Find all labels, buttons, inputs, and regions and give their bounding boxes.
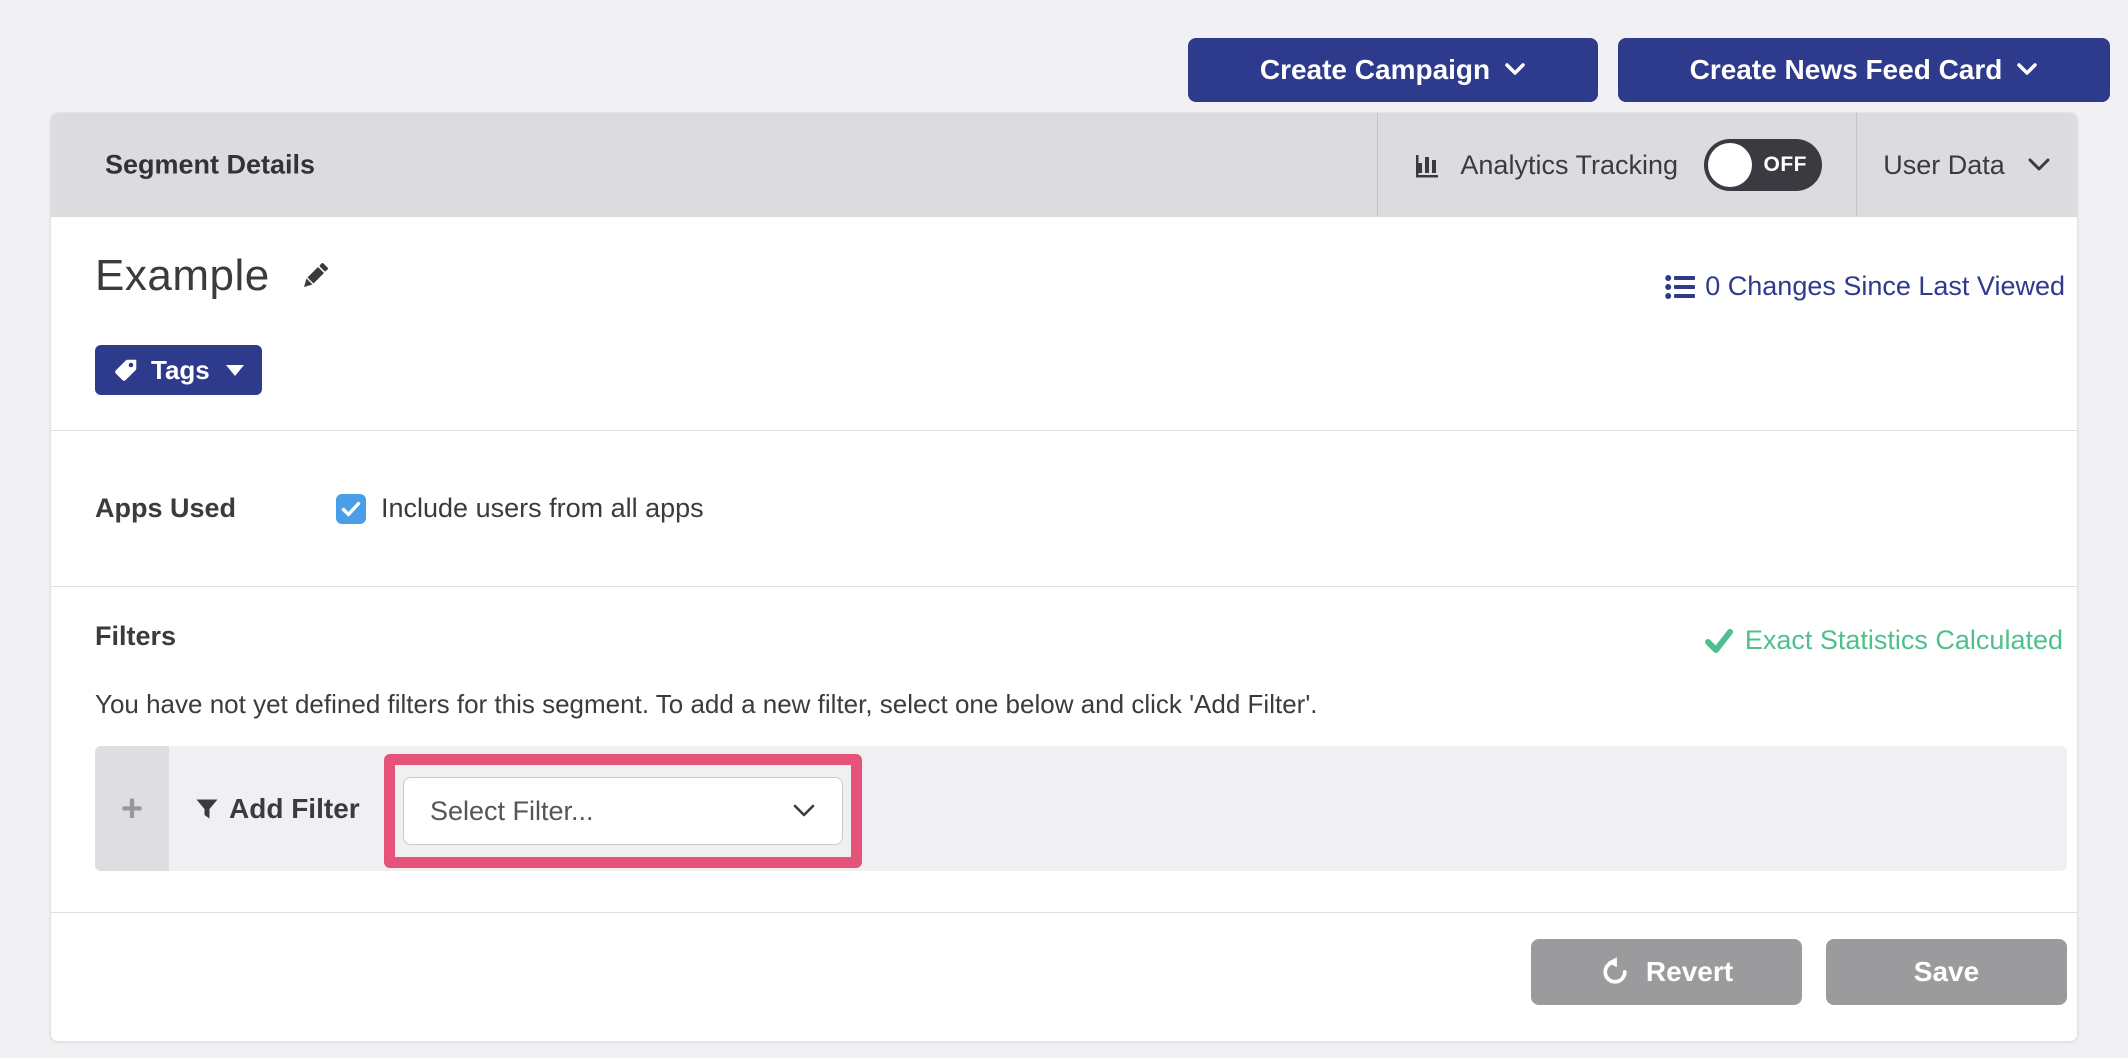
filters-section: Filters Exact Statistics Calculated You … xyxy=(51,587,2077,913)
edit-pencil-icon[interactable] xyxy=(298,259,332,293)
chevron-down-icon xyxy=(1504,62,1526,78)
user-data-label: User Data xyxy=(1883,150,2005,181)
apps-used-label: Apps Used xyxy=(95,493,336,524)
exact-statistics-label: Exact Statistics Calculated xyxy=(1745,625,2063,656)
list-icon xyxy=(1665,274,1695,300)
chevron-down-icon xyxy=(2027,157,2051,173)
segment-name: Example xyxy=(95,251,270,301)
checkmark-icon xyxy=(341,501,361,517)
add-filter-label: Add Filter xyxy=(229,793,360,825)
card-footer: Revert Save xyxy=(51,913,2077,1042)
segment-name-section: Example xyxy=(51,217,2077,431)
user-data-dropdown[interactable]: User Data xyxy=(1857,113,2077,217)
apps-used-section: Apps Used Include users from all apps xyxy=(51,431,2077,587)
tag-icon xyxy=(113,357,139,383)
toggle-knob xyxy=(1708,143,1752,187)
filter-select[interactable]: Select Filter... xyxy=(403,777,843,845)
analytics-tracking-toggle[interactable]: OFF xyxy=(1704,139,1822,191)
check-icon xyxy=(1705,629,1733,653)
include-all-apps-checkbox[interactable] xyxy=(336,494,366,524)
create-news-feed-card-button[interactable]: Create News Feed Card xyxy=(1618,38,2110,102)
revert-icon xyxy=(1600,957,1630,987)
funnel-icon xyxy=(195,797,219,821)
changes-since-last-viewed-link[interactable]: 0 Changes Since Last Viewed xyxy=(1665,271,2065,302)
card-header: Segment Details xyxy=(51,113,2077,217)
include-all-apps-label: Include users from all apps xyxy=(381,493,704,524)
add-filter-label-group: Add Filter xyxy=(195,746,360,871)
filters-title: Filters xyxy=(95,621,176,652)
toggle-state-label: OFF xyxy=(1764,153,1808,177)
tags-button[interactable]: Tags xyxy=(95,345,262,395)
segment-details-card: Segment Details xyxy=(50,112,2078,1042)
revert-button-label: Revert xyxy=(1646,956,1733,988)
create-campaign-label: Create Campaign xyxy=(1260,54,1490,86)
revert-button[interactable]: Revert xyxy=(1531,939,1802,1005)
exact-statistics-status: Exact Statistics Calculated xyxy=(1705,625,2063,656)
bar-chart-icon xyxy=(1412,149,1444,181)
save-button[interactable]: Save xyxy=(1826,939,2067,1005)
save-button-label: Save xyxy=(1914,956,1979,988)
caret-down-icon xyxy=(226,365,244,376)
changes-link-label: 0 Changes Since Last Viewed xyxy=(1705,271,2065,302)
create-news-feed-card-label: Create News Feed Card xyxy=(1690,54,2003,86)
create-campaign-button[interactable]: Create Campaign xyxy=(1188,38,1598,102)
segment-details-screen: Create Campaign Create News Feed Card Se… xyxy=(0,0,2128,1058)
plus-icon: + xyxy=(121,790,143,828)
tags-button-label: Tags xyxy=(151,355,210,386)
filter-select-highlight: Select Filter... xyxy=(384,754,862,868)
chevron-down-icon xyxy=(792,803,816,819)
add-filter-row: + Add Filter Select Filter... xyxy=(95,746,2067,871)
page-title: Segment Details xyxy=(105,150,315,181)
add-filter-plus-button[interactable]: + xyxy=(95,746,169,871)
filters-empty-message: You have not yet defined filters for thi… xyxy=(95,689,1318,720)
analytics-tracking-control: Analytics Tracking OFF xyxy=(1377,113,1857,217)
top-actions: Create Campaign Create News Feed Card xyxy=(1188,38,2110,102)
filter-select-placeholder: Select Filter... xyxy=(430,796,594,827)
chevron-down-icon xyxy=(2016,62,2038,78)
header-right: Analytics Tracking OFF User Data xyxy=(1377,113,2077,217)
analytics-tracking-label: Analytics Tracking xyxy=(1460,150,1678,181)
